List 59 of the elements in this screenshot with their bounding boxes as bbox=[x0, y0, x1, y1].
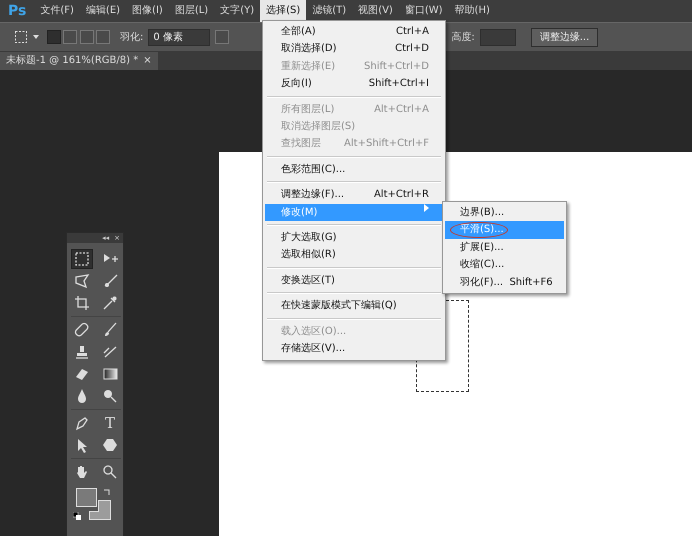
feather-field[interactable]: 0 像素 bbox=[148, 28, 210, 46]
document-tab[interactable]: 未标题-1 @ 161%(RGB/8) * × bbox=[0, 52, 158, 70]
default-colors-icon[interactable] bbox=[73, 512, 81, 520]
menu-item[interactable]: 扩大选取(G) bbox=[265, 229, 443, 246]
crop-icon[interactable] bbox=[74, 295, 90, 311]
feather-label: 羽化: bbox=[120, 30, 144, 44]
menu-item[interactable]: 扩展(E)... bbox=[445, 238, 564, 256]
hexagon-icon[interactable] bbox=[102, 437, 118, 453]
menu-item[interactable]: 取消选择(D) Ctrl+D bbox=[265, 40, 443, 58]
menu-item[interactable]: 边界(B)... bbox=[445, 204, 564, 222]
refine-edge-button[interactable]: 调整边缘... bbox=[530, 28, 598, 46]
menu-item[interactable]: 变换选区(T) bbox=[265, 272, 443, 290]
background-color-swatch[interactable] bbox=[89, 500, 111, 520]
lasso-icon[interactable] bbox=[74, 273, 90, 289]
height-label: 高度: bbox=[451, 30, 475, 44]
brush-icon[interactable] bbox=[102, 322, 118, 338]
eyedropper-icon[interactable] bbox=[102, 295, 118, 311]
menu-item[interactable]: 调整边缘(F)... Alt+Ctrl+R bbox=[265, 186, 443, 204]
menu-item[interactable]: 存储选区(V)... bbox=[265, 340, 443, 358]
bandage-icon[interactable] bbox=[74, 322, 90, 338]
gradient-icon[interactable] bbox=[102, 366, 118, 382]
menu-item[interactable]: 编辑(E) bbox=[80, 0, 126, 22]
app-logo: Ps bbox=[7, 2, 28, 21]
hand-icon[interactable] bbox=[74, 464, 90, 480]
brush-stroke-icon[interactable] bbox=[102, 273, 118, 289]
menu-item[interactable]: 帮助(H) bbox=[448, 0, 496, 22]
marquee-icon[interactable] bbox=[14, 30, 28, 44]
menu-item[interactable]: 选取相似(R) bbox=[265, 246, 443, 264]
menu-item[interactable]: 全部(A) Ctrl+A bbox=[265, 23, 443, 40]
menu-item[interactable]: 窗口(W) bbox=[398, 0, 449, 22]
tool-button[interactable] bbox=[71, 249, 93, 269]
caret-icon[interactable] bbox=[33, 35, 39, 39]
zoom-icon[interactable] bbox=[102, 464, 118, 480]
marquee-icon bbox=[74, 251, 90, 267]
type-tool-button[interactable]: T bbox=[99, 413, 121, 433]
swap-colors-icon[interactable] bbox=[103, 488, 111, 496]
document-title: 未标题-1 @ 161%(RGB/8) * bbox=[6, 54, 138, 68]
menu-item[interactable]: 反向(I) Shift+Ctrl+I bbox=[265, 75, 443, 93]
stamp-icon[interactable] bbox=[74, 344, 90, 360]
menu-item[interactable]: 选择(S) bbox=[260, 0, 306, 22]
checkbox[interactable] bbox=[215, 30, 230, 44]
menu-item[interactable]: 羽化(F)... Shift+F6 bbox=[445, 274, 564, 292]
dodge-icon[interactable] bbox=[102, 388, 118, 404]
menu-item[interactable]: 在快速蒙版模式下编辑(Q) bbox=[265, 297, 443, 315]
menu-item[interactable]: 图像(I) bbox=[126, 0, 169, 22]
menu-item[interactable]: 图层(L) bbox=[168, 0, 214, 22]
menu-item[interactable]: 收缩(C)... bbox=[445, 256, 564, 274]
height-field[interactable] bbox=[480, 28, 516, 46]
menu-item[interactable]: 视图(V) bbox=[352, 0, 399, 22]
close-tab-button[interactable]: × bbox=[143, 52, 152, 70]
menu-item[interactable]: 滤镜(T) bbox=[306, 0, 352, 22]
history-brush-icon[interactable] bbox=[102, 344, 118, 360]
submenu-arrow-icon bbox=[424, 204, 429, 212]
menu-item[interactable]: 文件(F) bbox=[34, 0, 80, 22]
menu-item[interactable]: 文字(Y) bbox=[214, 0, 260, 22]
eraser-icon[interactable] bbox=[74, 366, 90, 382]
menu-item[interactable]: 色彩范围(C)... bbox=[265, 160, 443, 178]
pen-icon[interactable] bbox=[74, 415, 90, 431]
foreground-color-swatch[interactable] bbox=[76, 488, 97, 507]
